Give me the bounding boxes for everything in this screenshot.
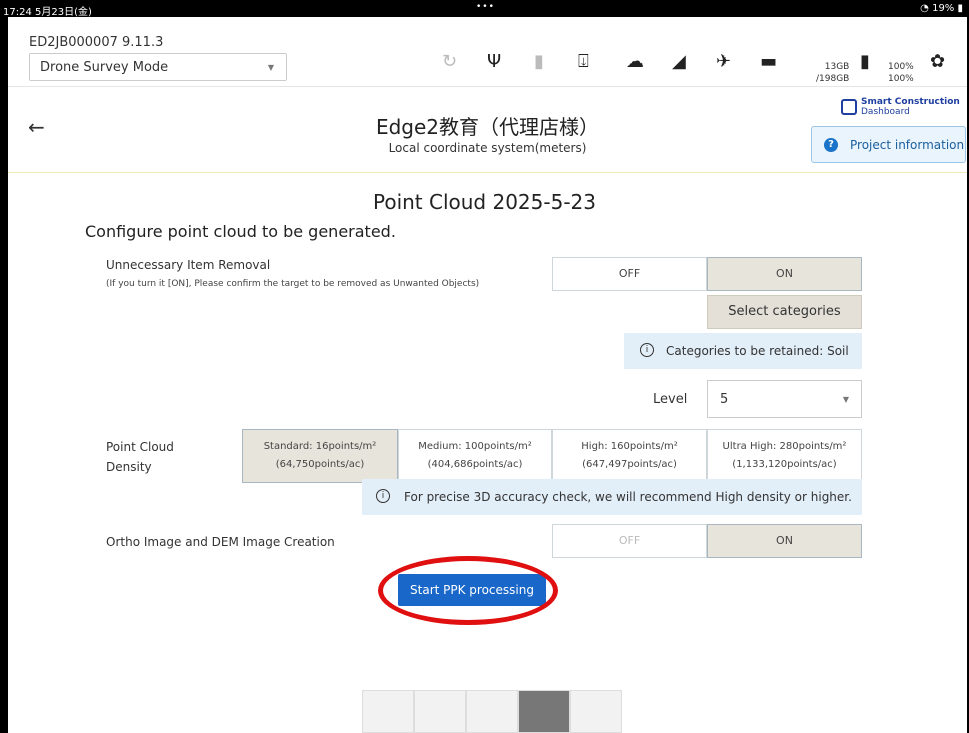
battery-readout: 100% 100%: [888, 62, 914, 84]
ortho-label: Ortho Image and DEM Image Creation: [106, 535, 335, 549]
info-icon: i: [376, 489, 390, 503]
density-label-line2: Density: [106, 460, 152, 474]
page-header: ← Edge2教育（代理店様） Local coordinate system(…: [8, 87, 967, 173]
status-bar: 17:24 5月23日(金) ••• ◔ 19% ▮: [0, 0, 969, 18]
usb-icon: Ψ: [487, 51, 502, 72]
mode-value: Drone Survey Mode: [40, 60, 169, 75]
chevron-down-icon: ▼: [842, 395, 849, 404]
gear-icon[interactable]: ✿: [930, 51, 945, 72]
toolbar: ED2JB000007 9.11.3 Drone Survey Mode ▼ ↻…: [8, 17, 967, 87]
clock: 17:24 5月23日(金): [3, 7, 92, 18]
folder-icon[interactable]: ▬: [760, 51, 777, 72]
logo-mark-icon: [841, 99, 857, 115]
cloud-icon[interactable]: ☁: [626, 51, 644, 72]
project-info-button[interactable]: ? Project information: [811, 126, 966, 163]
app-switcher-thumbnails[interactable]: [362, 690, 624, 733]
select-categories-button[interactable]: Select categories: [707, 295, 862, 329]
density-info-box: i For precise 3D accuracy check, we will…: [362, 479, 862, 515]
project-info-label: Project information: [850, 138, 965, 152]
thumbnail[interactable]: [362, 690, 414, 733]
mode-select[interactable]: Drone Survey Mode ▼: [29, 53, 287, 81]
density-option-medium[interactable]: Medium: 100points/m² (404,686points/ac): [398, 429, 552, 483]
thumbnail[interactable]: [414, 690, 466, 733]
battery-icon: ▮: [860, 51, 870, 72]
sd-card-icon: ▮: [534, 51, 544, 72]
level-value: 5: [720, 392, 729, 407]
signal-icon: ◢: [672, 51, 686, 72]
highlight-circle: [378, 556, 558, 625]
thumbnail[interactable]: [570, 690, 622, 733]
chevron-down-icon: ▼: [267, 63, 274, 72]
retained-info-box: i Categories to be retained: Soil: [624, 333, 862, 369]
level-label: Level: [653, 392, 688, 407]
device-battery: ◔ 19% ▮: [920, 3, 963, 14]
density-option-ultra-high[interactable]: Ultra High: 280points/m² (1,133,120point…: [707, 429, 862, 483]
question-icon: ?: [824, 138, 838, 152]
removal-on-toggle[interactable]: ON: [707, 257, 862, 291]
multitask-dots[interactable]: •••: [476, 2, 495, 12]
download-icon[interactable]: ⍗: [578, 51, 589, 72]
storage-readout: 13GB /198GB: [816, 62, 850, 84]
refresh-icon[interactable]: ↻: [442, 51, 457, 72]
thumbnail[interactable]: [466, 690, 518, 733]
thumbnail[interactable]: [518, 690, 570, 733]
satellite-icon: ✈: [716, 51, 732, 72]
density-option-standard[interactable]: Standard: 16points/m² (64,750points/ac): [242, 429, 398, 483]
removal-label: Unnecessary Item Removal: [106, 258, 271, 272]
ortho-on-toggle[interactable]: ON: [707, 524, 862, 558]
device-id: ED2JB000007 9.11.3: [29, 35, 164, 50]
dashboard-logo: Smart Construction Dashboard: [841, 97, 961, 121]
retained-info-text: Categories to be retained: Soil: [666, 344, 849, 358]
density-label-line1: Point Cloud: [106, 440, 174, 454]
point-cloud-title: Point Cloud 2025-5-23: [372, 190, 596, 214]
density-option-high[interactable]: High: 160points/m² (647,497points/ac): [552, 429, 707, 483]
removal-note: (If you turn it [ON], Please confirm the…: [106, 279, 480, 289]
removal-off-toggle[interactable]: OFF: [552, 257, 707, 291]
info-icon: i: [640, 343, 654, 357]
level-select[interactable]: 5 ▼: [707, 380, 862, 418]
configure-heading: Configure point cloud to be generated.: [85, 222, 396, 241]
density-info-text: For precise 3D accuracy check, we will r…: [404, 490, 852, 504]
ortho-off-toggle[interactable]: OFF: [552, 524, 707, 558]
